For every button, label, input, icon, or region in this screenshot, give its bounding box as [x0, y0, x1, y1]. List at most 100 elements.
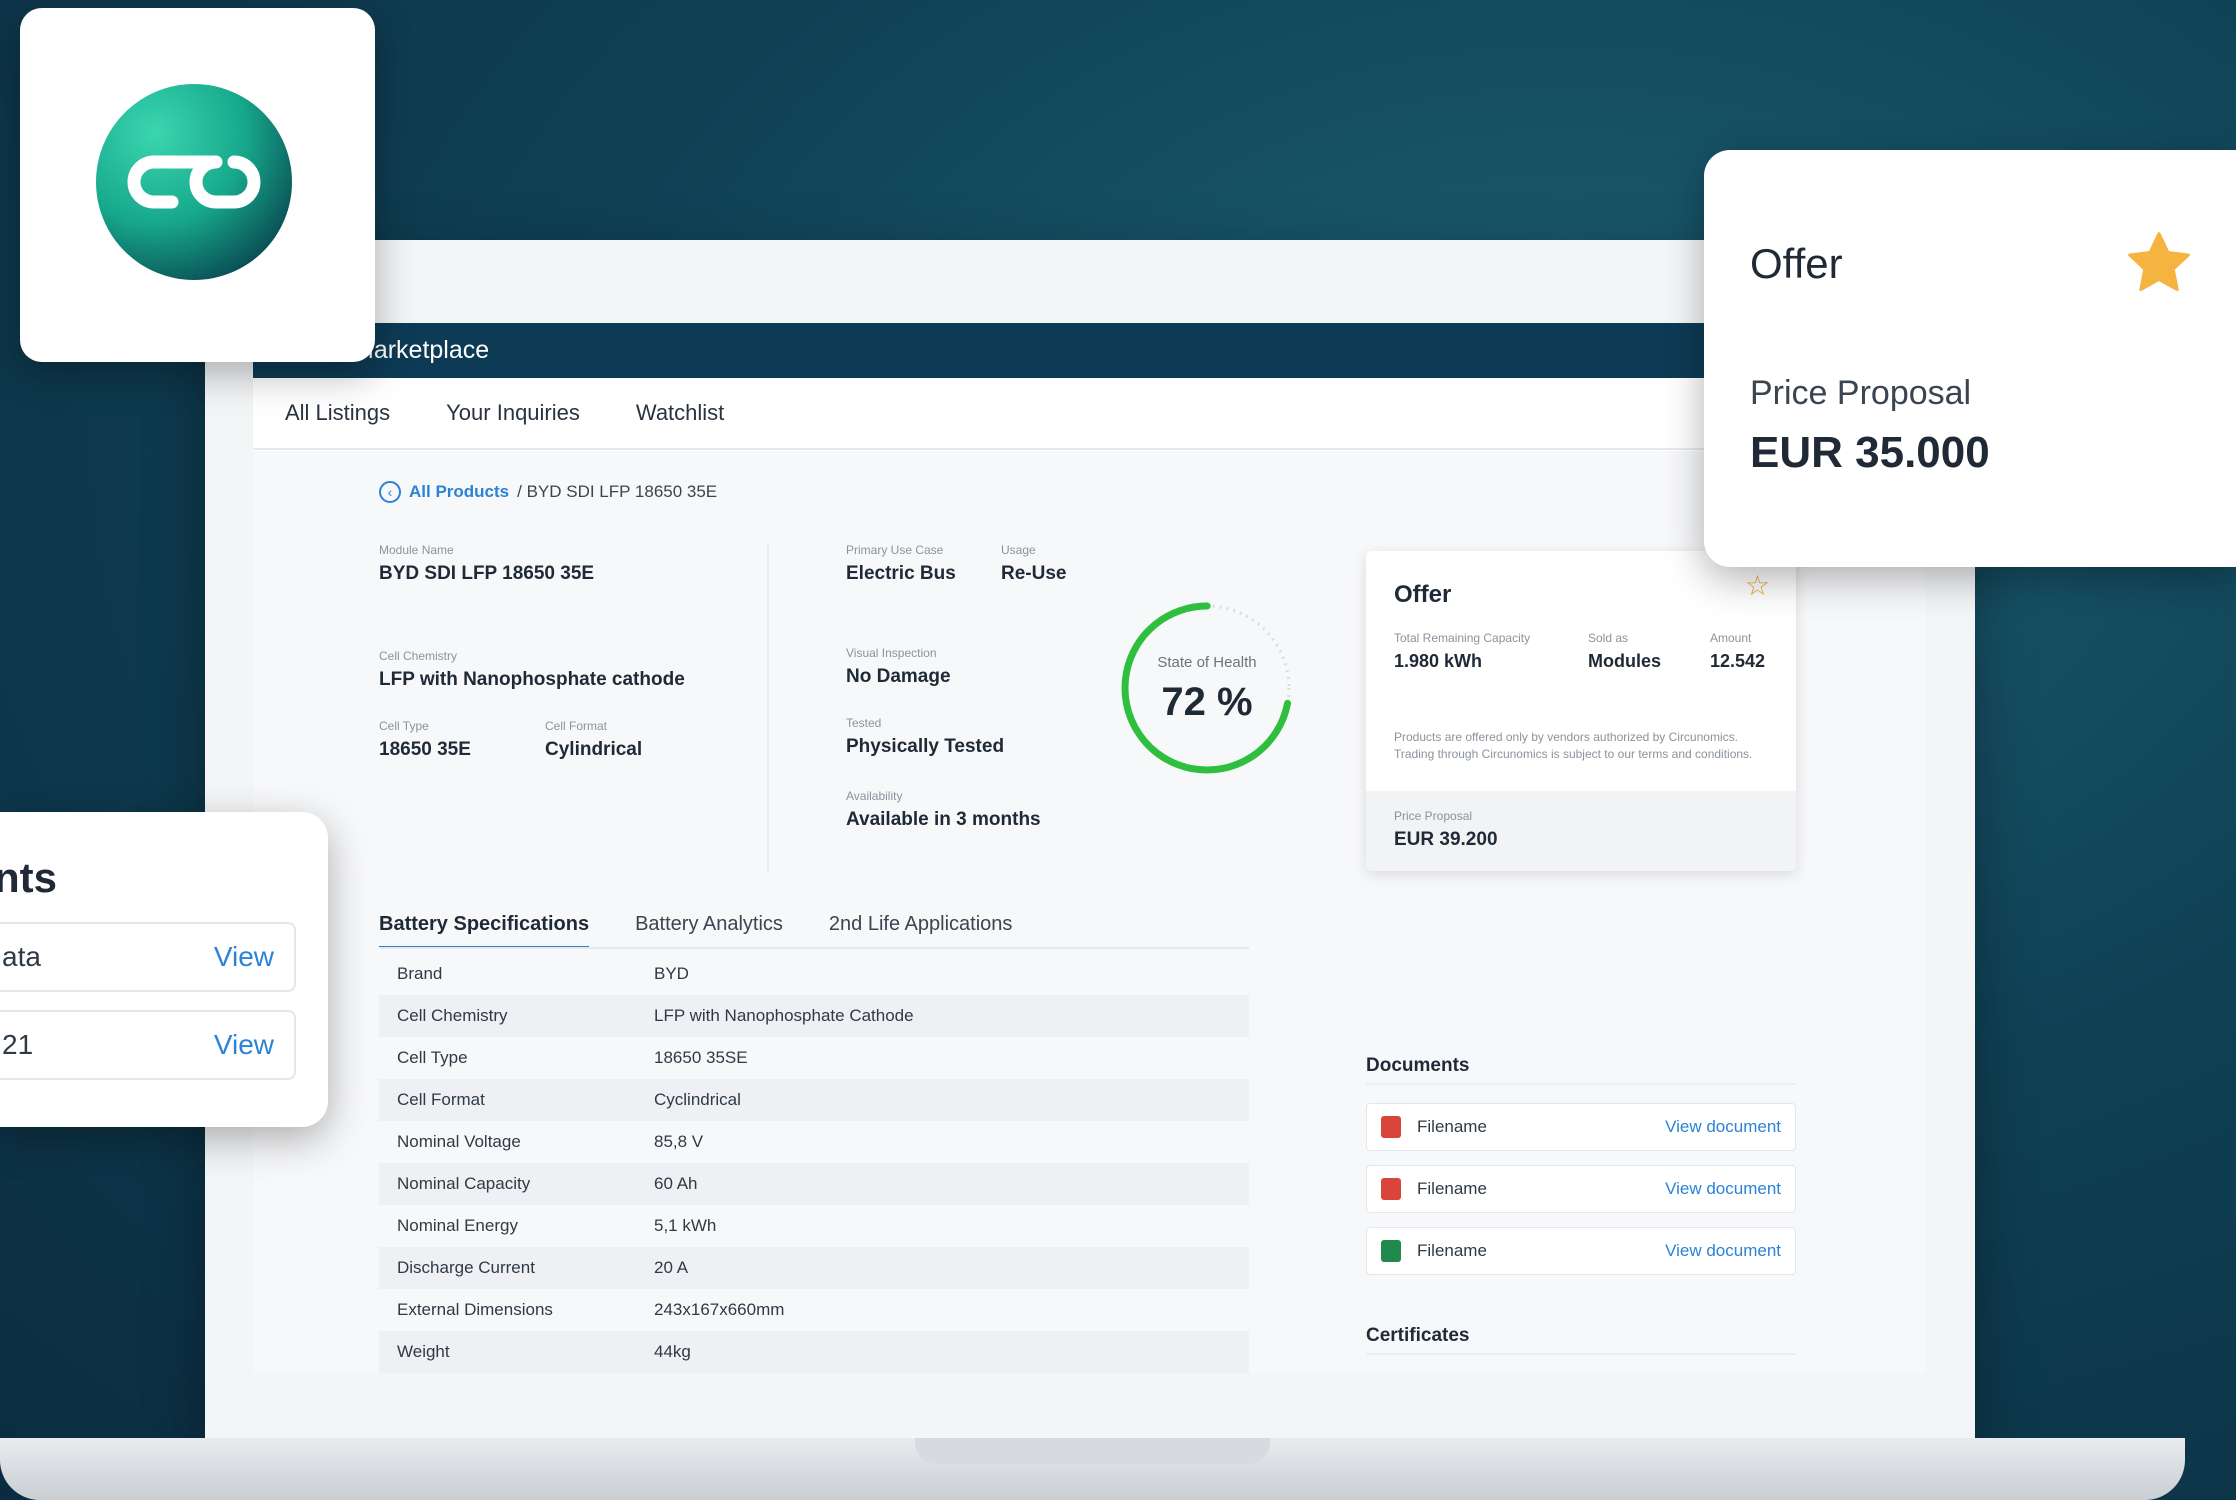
- floating-offer-price: EUR 35.000: [1750, 428, 1990, 477]
- gauge-label: State of Health: [1157, 654, 1257, 671]
- spec-key: Nominal Energy: [397, 1216, 518, 1235]
- usage-label: Usage: [1001, 543, 1036, 557]
- spec-table: Brand BYD Cell Chemistry LFP with Nanophosp…: [379, 953, 1249, 1373]
- visual-inspection-label: Visual Inspection: [846, 646, 937, 660]
- floating-row: 21 View: [0, 1010, 296, 1080]
- breadcrumb-current: / BYD SDI LFP 18650 35E: [517, 482, 718, 501]
- floating-offer-subtitle: Price Proposal: [1750, 374, 1972, 412]
- tested-value: Physically Tested: [846, 736, 1005, 757]
- document-row: Filename View document: [1366, 1103, 1796, 1151]
- column-divider: [767, 543, 769, 873]
- offer-sold-as-label: Sold as: [1588, 631, 1629, 645]
- table-row: Cell Type 18650 35SE: [379, 1037, 1249, 1079]
- spec-key: External Dimensions: [397, 1300, 553, 1319]
- table-row: Nominal Voltage 85,8 V: [379, 1121, 1249, 1163]
- cell-chemistry-field: Cell Chemistry LFP with Nanophosphate ca…: [379, 649, 685, 691]
- cell-format-field: Cell Format Cylindrical: [545, 719, 642, 761]
- visual-inspection-field: Visual Inspection No Damage: [846, 646, 951, 688]
- spec-value: BYD: [654, 964, 689, 983]
- back-arrow-icon[interactable]: ‹: [379, 481, 401, 503]
- offer-price-footer: Price Proposal EUR 39.200: [1366, 791, 1796, 871]
- offer-amount-value: 12.542: [1710, 651, 1766, 671]
- table-row: Weight 44kg: [379, 1331, 1249, 1373]
- nav-all-listings[interactable]: All Listings: [285, 400, 390, 426]
- visual-inspection-value: No Damage: [846, 666, 951, 687]
- breadcrumb-all-products[interactable]: All Products: [409, 482, 509, 502]
- cell-type-field: Cell Type 18650 35E: [379, 719, 471, 761]
- cell-chemistry-label: Cell Chemistry: [379, 649, 458, 663]
- availability-value: Available in 3 months: [846, 809, 1041, 830]
- spec-value: 60 Ah: [654, 1163, 1249, 1205]
- spec-value: 20 A: [654, 1247, 1249, 1289]
- app-screen: Marketplace All Listings Your Inquiries …: [253, 323, 1925, 1373]
- tab-2nd-life-applications[interactable]: 2nd Life Applications: [829, 913, 1012, 949]
- primary-use-label: Primary Use Case: [846, 543, 944, 557]
- floating-row-text: ata: [2, 941, 41, 972]
- primary-use-value: Electric Bus: [846, 563, 956, 584]
- module-name-value: BYD SDI LFP 18650 35E: [379, 563, 595, 584]
- tab-battery-specifications[interactable]: Battery Specifications: [379, 913, 590, 949]
- primary-use-field: Primary Use Case Electric Bus: [846, 543, 956, 585]
- offer-price-value: EUR 39.200: [1394, 829, 1498, 850]
- usage-field: Usage Re-Use: [1001, 543, 1066, 585]
- cell-type-value: 18650 35E: [379, 739, 471, 760]
- view-document-link[interactable]: View document: [1665, 1117, 1781, 1137]
- tested-label: Tested: [846, 716, 882, 730]
- table-row: Brand BYD: [379, 953, 1249, 995]
- table-row: Nominal Capacity 60 Ah: [379, 1163, 1249, 1205]
- laptop-notch: [915, 1438, 1270, 1464]
- floating-view-link[interactable]: View: [214, 941, 274, 973]
- logo-card: [20, 8, 375, 362]
- table-row: Cell Chemistry LFP with Nanophosphate Cat…: [379, 995, 1249, 1037]
- view-document-link[interactable]: View document: [1665, 1241, 1781, 1261]
- product-detail: ‹ All Products / BYD SDI LFP 18650 35E M…: [253, 451, 1925, 1373]
- spec-value: 18650 35SE: [654, 1048, 748, 1067]
- spec-key: Cell Type: [397, 1048, 468, 1067]
- spec-value: 44kg: [654, 1331, 1249, 1373]
- spec-key: Weight: [379, 1331, 654, 1373]
- offer-capacity: Total Remaining Capacity 1.980 kWh: [1394, 631, 1530, 672]
- documents-title: Documents: [1366, 1055, 1470, 1076]
- tested-field: Tested Physically Tested: [846, 716, 1004, 758]
- main-nav: All Listings Your Inquiries Watchlist: [253, 378, 1925, 450]
- floating-view-link[interactable]: View: [214, 1029, 274, 1061]
- view-document-link[interactable]: View document: [1665, 1179, 1781, 1199]
- pdf-file-icon: [1381, 1116, 1401, 1138]
- nav-watchlist[interactable]: Watchlist: [636, 400, 724, 426]
- app-header: Marketplace: [253, 323, 1925, 378]
- spec-key: Brand: [397, 964, 443, 983]
- infinity-loop-icon: [127, 155, 261, 209]
- offer-capacity-label: Total Remaining Capacity: [1394, 631, 1531, 645]
- floating-offer-title: Offer: [1750, 240, 1843, 287]
- gauge-value: 72 %: [1161, 680, 1253, 724]
- offer-price-label: Price Proposal: [1394, 809, 1473, 823]
- table-row: Cell Format Cyclindrical: [379, 1079, 1249, 1121]
- document-filename: Filename: [1417, 1179, 1487, 1198]
- nav-your-inquiries[interactable]: Your Inquiries: [446, 400, 580, 426]
- state-of-health-gauge: State of Health 72 %: [1115, 596, 1299, 780]
- watchlist-star-icon[interactable]: ☆: [1745, 569, 1770, 602]
- breadcrumb: ‹ All Products / BYD SDI LFP 18650 35E: [379, 481, 717, 503]
- document-row: Filename View document: [1366, 1227, 1796, 1275]
- offer-sold-as: Sold as Modules: [1588, 631, 1661, 672]
- availability-field: Availability Available in 3 months: [846, 789, 1041, 831]
- spreadsheet-file-icon: [1381, 1240, 1401, 1262]
- spec-key: Cell Chemistry: [379, 995, 654, 1037]
- offer-capacity-value: 1.980 kWh: [1394, 651, 1483, 671]
- spec-key: Nominal Voltage: [397, 1132, 521, 1151]
- star-filled-icon[interactable]: [2122, 226, 2196, 300]
- spec-value: 85,8 V: [654, 1132, 704, 1151]
- spec-value: 243x167x660mm: [654, 1300, 785, 1319]
- documents-divider: [1366, 1083, 1796, 1085]
- tabs-underline: [379, 947, 1249, 949]
- offer-card-title: Offer: [1394, 581, 1452, 608]
- module-name-field: Module Name BYD SDI LFP 18650 35E: [379, 543, 594, 585]
- table-row: External Dimensions 243x167x660mm: [379, 1289, 1249, 1331]
- tab-battery-analytics[interactable]: Battery Analytics: [635, 913, 783, 949]
- cell-format-label: Cell Format: [545, 719, 608, 733]
- availability-label: Availability: [846, 789, 903, 803]
- pdf-file-icon: [1381, 1178, 1401, 1200]
- usage-value: Re-Use: [1001, 563, 1067, 584]
- spec-value: Cyclindrical: [654, 1079, 1249, 1121]
- cell-type-label: Cell Type: [379, 719, 429, 733]
